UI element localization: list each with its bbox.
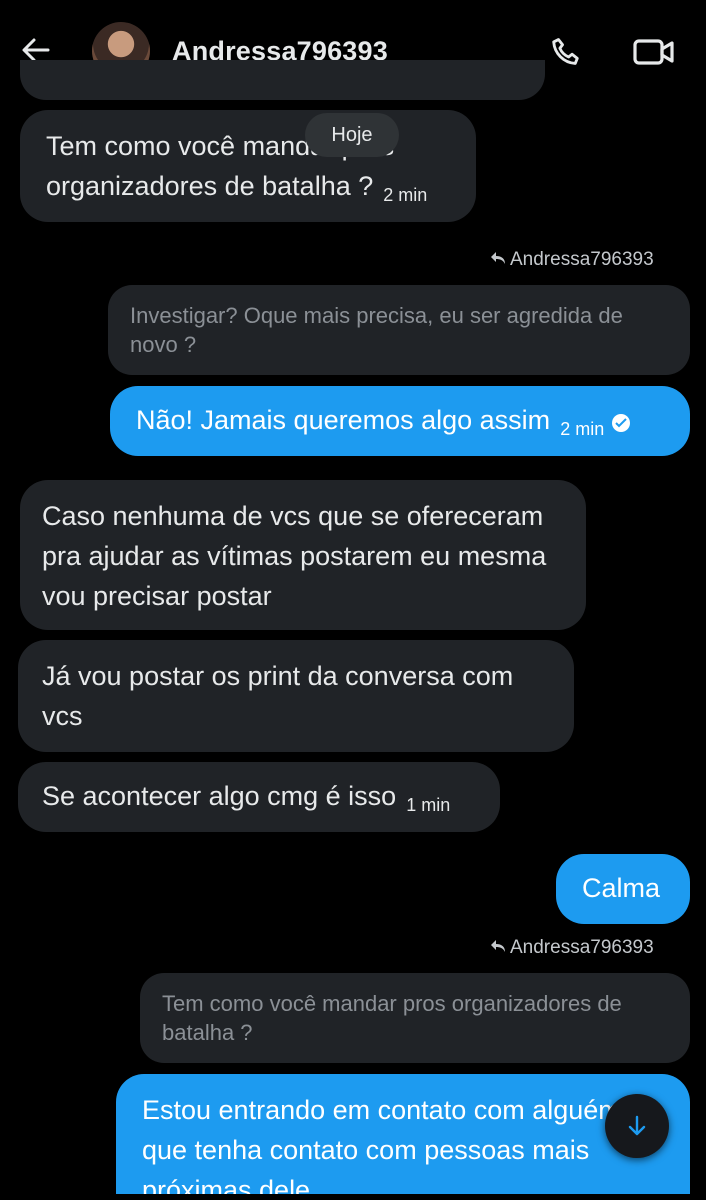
video-camera-icon[interactable] xyxy=(632,34,680,74)
message-bubble-incoming[interactable]: Se acontecer algo cmg é isso 1 min xyxy=(18,762,500,832)
phone-icon[interactable] xyxy=(548,34,588,74)
message-bubble-outgoing[interactable]: Estou entrando em contato com alguém que… xyxy=(116,1074,690,1194)
message-bubble-incoming[interactable]: Tem como você mandar pros organizadores … xyxy=(20,110,476,222)
message-text: Calma xyxy=(582,873,661,903)
quoted-text: Tem como você mandar pros organizadores … xyxy=(162,991,622,1045)
message-text: Estou entrando em contato com alguém que… xyxy=(142,1095,621,1194)
message-bubble-outgoing[interactable]: Calma xyxy=(556,854,690,924)
message-bubble-outgoing[interactable]: Não! Jamais queremos algo assim 2 min xyxy=(110,386,690,456)
message-text: Caso nenhuma de vcs que se ofereceram pr… xyxy=(42,501,547,611)
reply-to-name: Andressa796393 xyxy=(510,937,654,958)
previous-message-bubble xyxy=(20,60,545,100)
quoted-message[interactable]: Investigar? Oque mais precisa, eu ser ag… xyxy=(108,285,690,375)
reply-to-name: Andressa796393 xyxy=(510,249,654,270)
message-bubble-incoming[interactable]: Caso nenhuma de vcs que se ofereceram pr… xyxy=(20,480,586,630)
reply-label: Andressa796393 xyxy=(490,937,654,959)
reply-label: Andressa796393 xyxy=(490,249,654,271)
message-text: Se acontecer algo cmg é isso xyxy=(42,781,397,811)
scroll-to-bottom-button[interactable] xyxy=(605,1094,669,1158)
reply-arrow-icon xyxy=(490,249,506,271)
message-text: Não! Jamais queremos algo assim xyxy=(136,405,551,435)
message-time: 2 min xyxy=(560,419,605,439)
message-time: 1 min xyxy=(406,795,451,815)
message-bubble-incoming[interactable]: Já vou postar os print da conversa com v… xyxy=(18,640,574,752)
reply-arrow-icon xyxy=(490,937,506,959)
date-separator: Hoje xyxy=(305,113,399,157)
check-icon xyxy=(612,414,631,432)
quoted-text: Investigar? Oque mais precisa, eu ser ag… xyxy=(130,303,623,357)
message-text: Já vou postar os print da conversa com v… xyxy=(42,661,514,731)
message-time: 2 min xyxy=(383,185,428,205)
quoted-message[interactable]: Tem como você mandar pros organizadores … xyxy=(140,973,690,1063)
